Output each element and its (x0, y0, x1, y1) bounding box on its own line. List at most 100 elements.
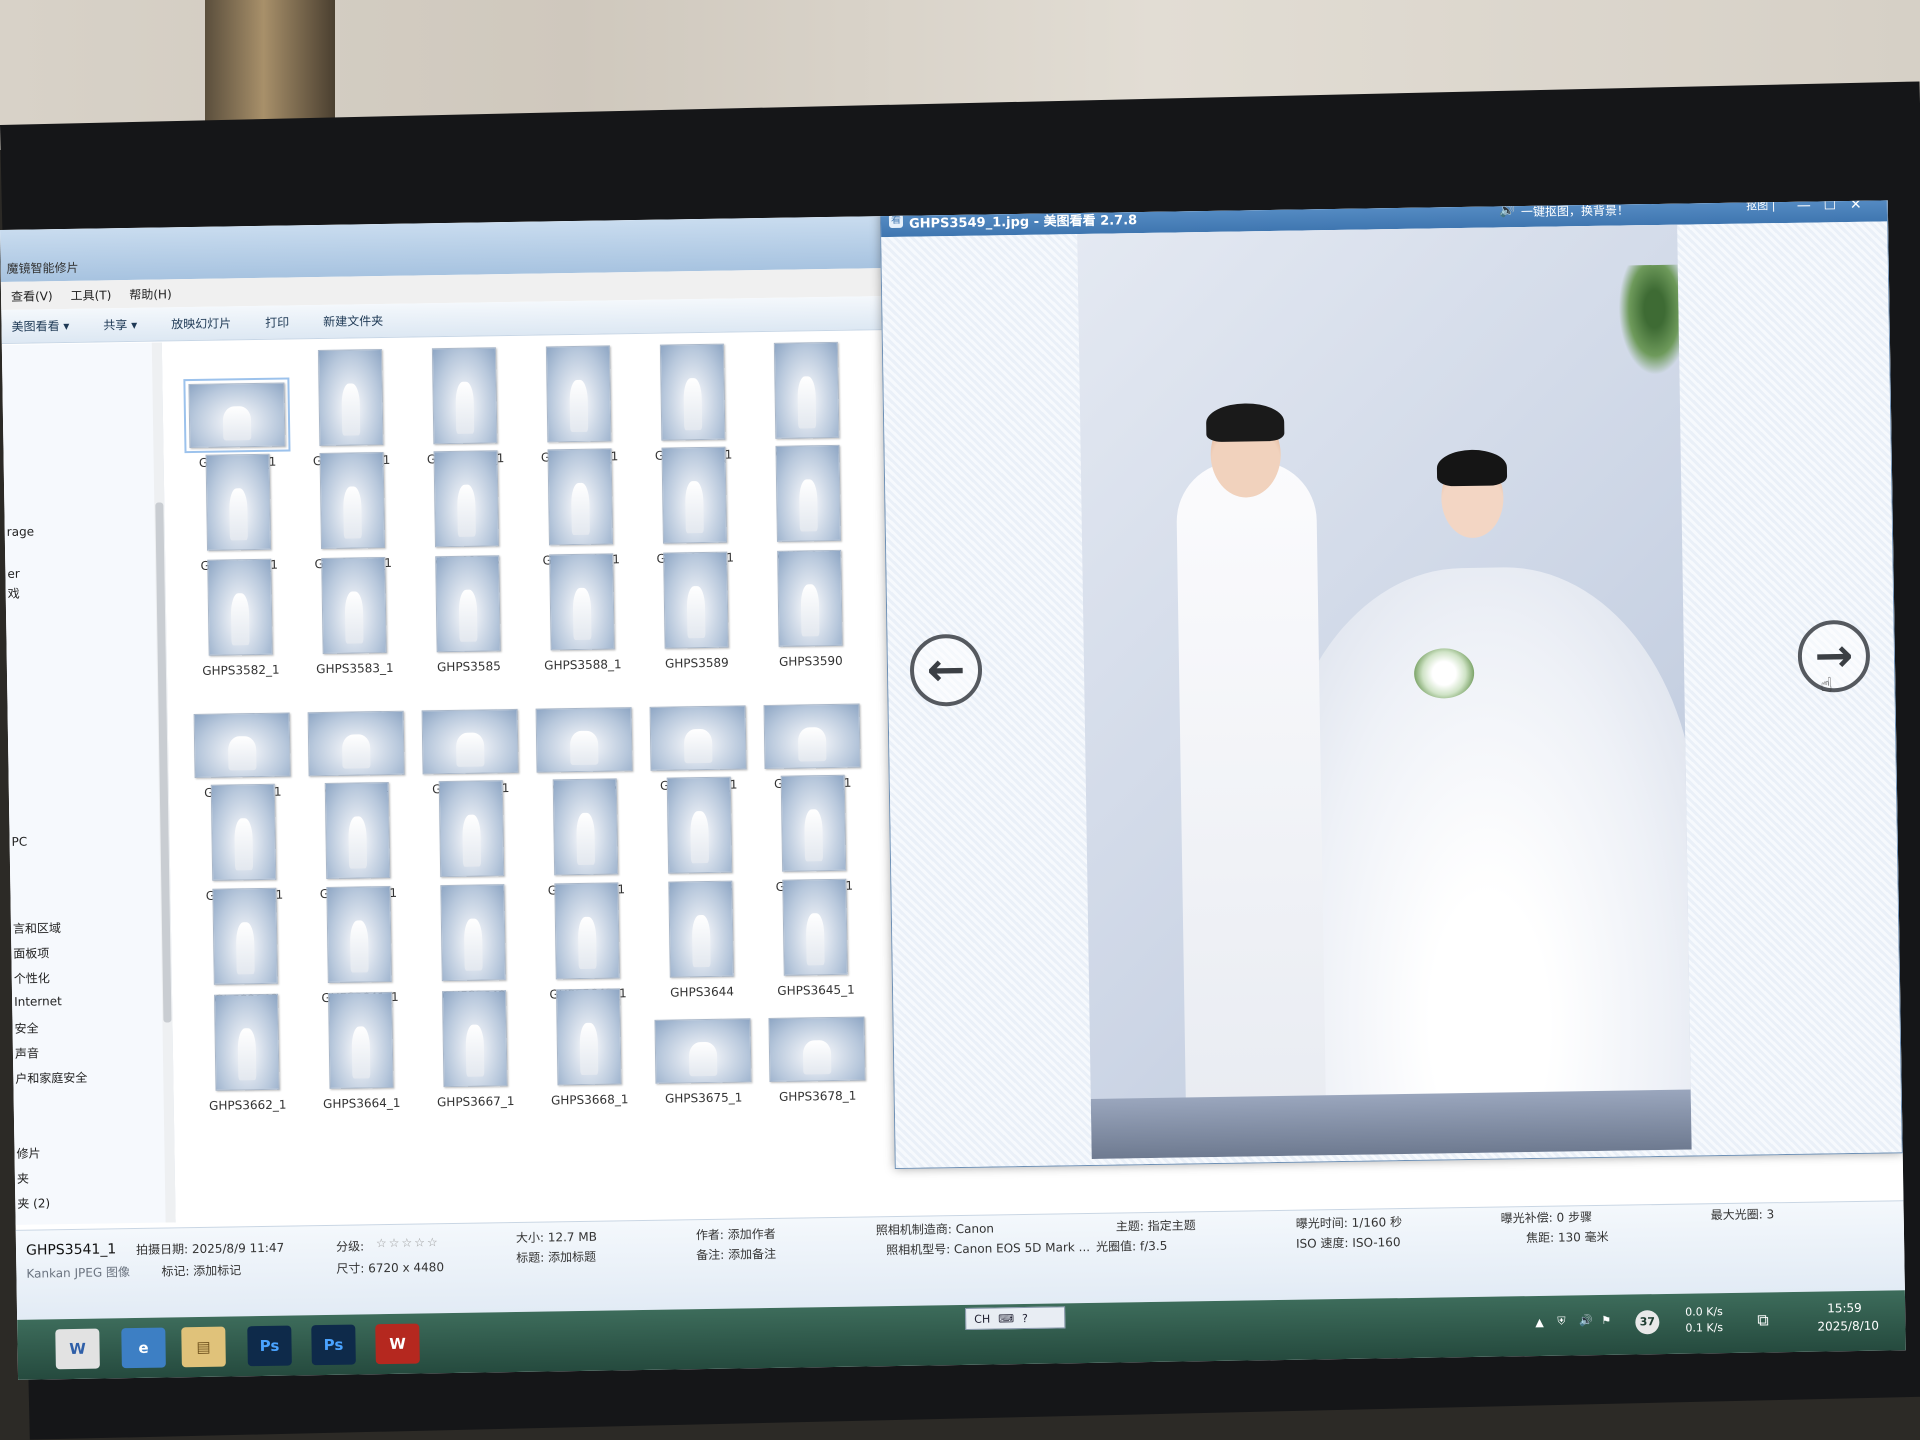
thumbnail-label: GHPS3588_1 (544, 657, 622, 673)
thumbnail-image (433, 450, 500, 548)
detail-title[interactable]: 标题: 添加标题 (516, 1248, 596, 1266)
groom-hair (1205, 402, 1285, 443)
shield-icon[interactable]: ⛨ (1557, 1315, 1565, 1329)
thumbnail-label: GHPS3582_1 (202, 662, 280, 678)
thumbnail-tile[interactable]: GHPS3640 (188, 887, 302, 1011)
thumbnail-tile[interactable]: GHPS3662_1 (190, 993, 304, 1117)
help-icon[interactable]: ? (1022, 1311, 1028, 1324)
thumbnail-tile[interactable]: GHPS3589 (639, 551, 753, 675)
detail-comments[interactable]: 备注: 添加备注 (696, 1245, 776, 1263)
detail-focal-length: 焦距: 130 毫米 (1525, 1229, 1609, 1246)
taskbar-app-wps[interactable]: W (375, 1323, 420, 1365)
nav-item[interactable]: 夹 (2) (17, 1194, 50, 1212)
next-image-button[interactable]: → (1797, 619, 1871, 693)
detail-max-aperture: 最大光圈: 3 (1710, 1207, 1775, 1223)
viewer-canvas: ← → ☝ (881, 221, 1902, 1169)
thumbnail-tile[interactable]: GHPS3590 (753, 549, 867, 673)
detail-file-type: Kankan JPEG 图像 (26, 1265, 131, 1281)
nav-item[interactable]: 安全 (14, 1019, 38, 1036)
thumbnail-image (214, 993, 280, 1091)
thumbnail-tile[interactable]: GHPS3644 (644, 880, 758, 1004)
thumbnail-image (207, 558, 273, 656)
keyboard-icon[interactable]: ⌨ (998, 1312, 1014, 1325)
taskbar-app-photoshop-1[interactable]: Ps (247, 1325, 292, 1367)
rating-stars[interactable]: ☆☆☆☆☆ (376, 1235, 440, 1250)
thumbnail-image (654, 1018, 752, 1084)
print-button[interactable]: 打印 (265, 313, 289, 330)
detail-camera-model: 照相机型号: Canon EOS 5D Mark ... (886, 1240, 1091, 1258)
taskbar-app-browser[interactable]: e (121, 1327, 166, 1369)
thumbnail-image (661, 446, 728, 544)
thumbnail-label: GHPS3667_1 (436, 1094, 515, 1110)
close-button[interactable]: ✕ (1845, 200, 1867, 215)
thumbnail-image (554, 882, 620, 980)
nav-item[interactable]: Internet (14, 994, 62, 1009)
clock-date[interactable]: 2025/8/10 (1817, 1319, 1879, 1334)
menu-help[interactable]: 帮助(H) (129, 285, 172, 303)
detail-tags[interactable]: 标记: 添加标记 (161, 1261, 241, 1279)
nav-item[interactable]: 夹 (17, 1170, 29, 1187)
taskbar-app-photoshop-2[interactable]: Ps (311, 1324, 356, 1366)
open-with-button[interactable]: 美图看看 ▾ (11, 317, 69, 335)
slideshow-button[interactable]: 放映幻灯片 (171, 314, 231, 332)
navigation-pane: rage er 戏 PC 言和区域 面板项 个性化 Internet 安全 声音… (1, 342, 176, 1225)
nav-item[interactable]: 面板项 (13, 944, 49, 962)
thumbnail-tile[interactable]: GHPS3645_1 (758, 878, 872, 1002)
thumbnail-image (777, 549, 843, 647)
share-button[interactable]: 共享 ▾ (103, 316, 137, 334)
thumbnail-image (210, 783, 277, 881)
nav-item[interactable]: 戏 (8, 585, 20, 602)
thumbnail-tile[interactable]: GHPS3582_1 (183, 558, 297, 682)
clock-time[interactable]: 15:59 (1827, 1301, 1862, 1316)
thumbnail-tile[interactable]: GHPS3667_1 (418, 990, 532, 1114)
thumbnail-label: GHPS3668_1 (550, 1092, 629, 1108)
tray-expand-icon[interactable]: ▲ (1535, 1316, 1544, 1329)
menu-tools[interactable]: 工具(T) (70, 286, 112, 304)
volume-icon[interactable]: 🔊 (1579, 1314, 1593, 1327)
thumbnail-image (321, 556, 387, 654)
speaker-icon[interactable]: 🔊 (1499, 203, 1515, 218)
taskbar-app-explorer[interactable]: ▤ (181, 1326, 226, 1368)
thumbnail-tile[interactable]: GHPS3668_1 (532, 988, 646, 1112)
thumbnail-image (442, 990, 508, 1088)
plant-decoration (1617, 264, 1680, 376)
ime-language[interactable]: CH (974, 1312, 990, 1325)
thumbnail-tile[interactable]: GHPS3643_1 (530, 882, 644, 1006)
hand-cursor-icon: ☝ (1820, 672, 1833, 697)
nav-item[interactable]: 声音 (15, 1044, 39, 1061)
nav-item[interactable]: 户和家庭安全 (15, 1069, 87, 1087)
thumbnail-tile[interactable]: GHPS3588_1 (525, 553, 639, 677)
detail-author[interactable]: 作者: 添加作者 (696, 1225, 776, 1243)
nav-item[interactable]: PC (12, 835, 28, 849)
cutout-button[interactable]: 抠图 | (1739, 200, 1783, 216)
nav-item[interactable]: rage (7, 525, 35, 539)
thumbnail-tile[interactable]: GHPS3664_1 (304, 991, 418, 1116)
ime-toolbar[interactable]: CH ⌨ ? (965, 1306, 1066, 1330)
thumbnail-label: GHPS3678_1 (778, 1088, 857, 1104)
thumbnail-tile[interactable]: GHPS3678_1 (760, 984, 874, 1108)
thumbnail-tile[interactable]: GHPS3675_1 (646, 986, 760, 1110)
app-icon: 看 (888, 213, 904, 229)
new-folder-button[interactable]: 新建文件夹 (323, 312, 383, 330)
thumbnail-image (535, 707, 633, 773)
flag-icon[interactable]: ⚑ (1601, 1314, 1611, 1327)
groom-figure (1175, 460, 1326, 1113)
nav-item[interactable]: 修片 (16, 1144, 40, 1161)
thumbnail-tile[interactable]: GHPS3585 (411, 555, 525, 679)
nav-item[interactable]: er (7, 567, 20, 581)
nav-item[interactable]: 言和区域 (13, 919, 61, 937)
thumbnail-image (663, 551, 729, 649)
detail-subject[interactable]: 主题: 指定主题 (1116, 1216, 1196, 1234)
tray-badge[interactable]: 37 (1635, 1310, 1660, 1335)
minimize-button[interactable]: — (1793, 200, 1815, 215)
menu-view[interactable]: 查看(V) (11, 287, 53, 305)
nav-item[interactable]: 个性化 (14, 969, 50, 987)
thumbnail-tile[interactable]: GHPS3642 (416, 884, 530, 1008)
maximize-button[interactable]: ☐ (1819, 200, 1841, 215)
display-icon[interactable]: ⧉ (1757, 1310, 1769, 1330)
previous-image-button[interactable]: ← (909, 633, 983, 707)
thumbnail-tile[interactable]: GHPS3583_1 (297, 556, 411, 681)
taskbar-app-word[interactable]: W (55, 1328, 100, 1370)
thumbnail-image (183, 377, 291, 454)
thumbnail-tile[interactable]: GHPS3641_1 (302, 885, 416, 1010)
